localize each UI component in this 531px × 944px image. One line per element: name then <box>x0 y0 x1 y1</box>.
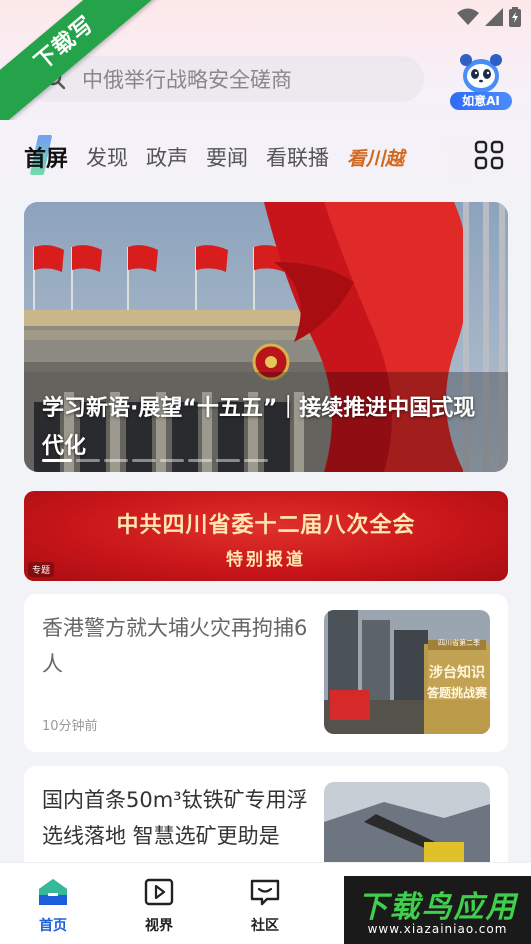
special-report-title: 中共四川省委十二届八次全会 <box>116 512 416 538</box>
thumb-caption-2: 答题挑战赛 <box>426 686 487 700</box>
nav-home[interactable]: 首页 <box>23 877 83 935</box>
news-thumbnail: 四川省第二季 涉台知识 答题挑战赛 <box>324 610 490 734</box>
signal-icon <box>485 8 503 26</box>
battery-icon <box>509 7 521 27</box>
wifi-icon <box>457 8 479 25</box>
chat-bubble-icon <box>250 879 280 906</box>
ai-assistant-label: 如意AI <box>450 92 512 110</box>
news-card[interactable]: 香港警方就大埔火灾再拘捕6人 10分钟前 四川省第二季 涉台知识 答题挑战赛 <box>24 594 508 752</box>
nav-view-label: 视界 <box>145 918 173 934</box>
nav-community[interactable]: 社区 <box>235 877 295 935</box>
tab-sichuan-brand[interactable]: 看川越 <box>347 144 404 171</box>
tab-discover[interactable]: 发现 <box>86 142 128 172</box>
search-placeholder: 中俄举行战略安全磋商 <box>82 68 292 92</box>
carousel-indicator <box>42 459 268 462</box>
home-icon <box>39 879 67 905</box>
topic-tag: 专题 <box>28 562 55 577</box>
search-icon <box>44 68 66 90</box>
tab-politics[interactable]: 政声 <box>146 142 188 172</box>
tab-news-broadcast[interactable]: 看联播 <box>266 142 329 172</box>
watermark-badge-title: 下载鸟应用 <box>357 890 518 925</box>
search-bar[interactable]: 中俄举行战略安全磋商 <box>26 56 424 102</box>
special-report-subtitle: 特别报道 <box>226 550 306 570</box>
nav-community-label: 社区 <box>251 918 279 934</box>
nav-home-label: 首页 <box>39 918 67 934</box>
news-headline: 香港警方就大埔火灾再拘捕6人 <box>42 616 308 676</box>
tab-home-screen[interactable]: 首屏 <box>24 141 68 173</box>
hero-title: 学习新语·展望“十五五”｜接续推进中国式现代化 <box>42 396 476 459</box>
news-headline: 国内首条50m³钛铁矿专用浮选线落地 智慧选矿更助是 <box>42 788 308 848</box>
ai-assistant-button[interactable]: 如意AI <box>448 46 514 112</box>
tab-headlines[interactable]: 要闻 <box>206 142 248 172</box>
channel-tabs: 首屏 发现 政声 要闻 看联播 看川越 <box>24 140 422 174</box>
status-bar <box>0 0 531 34</box>
thumb-caption-top: 四川省第二季 <box>438 639 480 647</box>
news-timestamp: 10分钟前 <box>42 719 98 734</box>
channel-grid-icon[interactable] <box>474 140 504 170</box>
video-play-icon <box>144 878 174 906</box>
nav-view[interactable]: 视界 <box>129 877 189 935</box>
hero-banner[interactable]: 学习新语·展望“十五五”｜接续推进中国式现代化 <box>24 202 508 472</box>
watermark-badge-url: www.xiazainiao.com <box>367 922 508 936</box>
watermark-badge: 下载鸟应用 www.xiazainiao.com <box>344 876 531 944</box>
special-report-banner[interactable]: 中共四川省委十二届八次全会 特别报道 专题 <box>24 491 508 581</box>
thumb-caption-1: 涉台知识 <box>429 665 485 681</box>
